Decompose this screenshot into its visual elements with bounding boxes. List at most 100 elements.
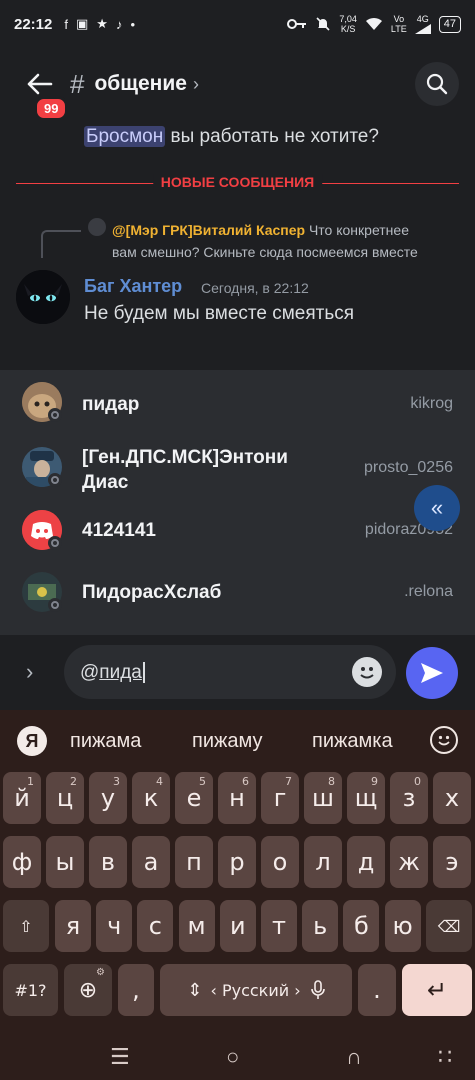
language-key[interactable]: ⊕ ⚙	[64, 964, 112, 1016]
word-suggestion[interactable]: пижамка	[312, 730, 393, 753]
chat-area: Бросмон вы работать не хотите? НОВЫЕ СОО…	[0, 120, 475, 370]
key-г[interactable]: г7	[261, 772, 299, 824]
notification-icons: f ▣ ★ ♪ •	[64, 16, 135, 32]
key-о[interactable]: о	[261, 836, 299, 888]
key-ы[interactable]: ы	[46, 836, 84, 888]
key-label: ы	[55, 848, 75, 876]
previous-message-text: Бросмон вы работать не хотите?	[84, 126, 379, 148]
key-м[interactable]: м	[178, 900, 215, 952]
mute-icon	[316, 17, 330, 31]
message-input-text: @пида	[80, 662, 145, 684]
key-щ[interactable]: щ9	[347, 772, 385, 824]
back-button[interactable]: 99	[16, 60, 69, 121]
search-button[interactable]	[415, 62, 459, 106]
tiktok-icon: ♪	[115, 16, 123, 32]
suggestion-name: [Ген.ДПС.МСК]Энтони Диас	[82, 447, 288, 493]
message-input[interactable]: @пида	[64, 645, 396, 699]
symbols-key[interactable]: #1?	[3, 964, 58, 1016]
avatar[interactable]	[16, 270, 70, 324]
key-label: и	[229, 912, 246, 940]
list-item[interactable]: [Ген.ДПС.МСК]Энтони Диас prosto_0256	[0, 436, 475, 508]
key-д[interactable]: д	[347, 836, 385, 888]
key-label: з	[402, 784, 416, 812]
recents-button[interactable]: ☰	[110, 1044, 130, 1070]
key-л[interactable]: л	[304, 836, 342, 888]
home-button[interactable]: ○	[226, 1044, 239, 1070]
key-а[interactable]: а	[132, 836, 170, 888]
user-mention[interactable]: Бросмон	[84, 126, 166, 147]
key-ф[interactable]: ф	[3, 836, 41, 888]
key-и[interactable]: и	[219, 900, 256, 952]
globe-icon: ⊕	[78, 977, 98, 1003]
unread-badge: 99	[34, 96, 69, 121]
key-label: э	[445, 848, 459, 876]
yandex-logo-icon[interactable]: Я	[17, 726, 47, 756]
cursor-control-icon: ⇕	[187, 979, 203, 1001]
key-label: х	[444, 784, 460, 812]
key-я[interactable]: я	[55, 900, 91, 952]
expand-actions-button[interactable]: ›	[26, 659, 33, 685]
key-у[interactable]: у3	[89, 772, 127, 824]
send-button[interactable]	[406, 647, 458, 699]
key-к[interactable]: к4	[132, 772, 170, 824]
key-ш[interactable]: ш8	[304, 772, 342, 824]
more-notifications-icon: •	[130, 16, 136, 32]
key-ю[interactable]: ю	[384, 900, 421, 952]
microphone-icon	[310, 980, 325, 999]
status-time: 22:12	[14, 15, 53, 33]
key-ч[interactable]: ч	[96, 900, 133, 952]
message-author[interactable]: Баг Хантер	[84, 276, 182, 297]
key-icon	[287, 19, 307, 29]
space-language-label: ‹ Русский ›	[210, 980, 301, 1000]
key-й[interactable]: й1	[3, 772, 41, 824]
emoji-button[interactable]	[352, 657, 382, 687]
back-nav-button[interactable]: ∩	[346, 1044, 362, 1070]
key-ж[interactable]: ж	[390, 836, 428, 888]
key-н[interactable]: н6	[218, 772, 256, 824]
word-suggestion[interactable]: пижама	[70, 730, 141, 753]
channel-name[interactable]: общение	[94, 72, 186, 96]
status-right: 7,04 K/S Vo LTE 4G 47	[287, 14, 461, 34]
backspace-key[interactable]: ⌫	[426, 900, 472, 952]
key-з[interactable]: з0	[390, 772, 428, 824]
key-р[interactable]: р	[218, 836, 256, 888]
key-ц[interactable]: ц2	[46, 772, 84, 824]
chevron-right-icon[interactable]: ›	[193, 74, 199, 95]
key-ь[interactable]: ь	[302, 900, 339, 952]
volte-indicator: Vo LTE	[391, 14, 407, 34]
key-т[interactable]: т	[261, 900, 297, 952]
shift-icon: ⇧	[19, 916, 33, 936]
list-item[interactable]: пидар kikrog	[0, 372, 475, 436]
list-item[interactable]: ПидорасХслаб .relona	[0, 566, 475, 630]
key-number-hint: 8	[328, 775, 335, 788]
speed-unit: K/S	[340, 24, 356, 34]
key-с[interactable]: с	[137, 900, 174, 952]
key-label: р	[229, 848, 245, 876]
key-number-hint: 4	[156, 775, 163, 788]
keyboard-emoji-button[interactable]	[430, 726, 458, 754]
list-item[interactable]: 4124141 pidoraz0952	[0, 508, 475, 572]
enter-key[interactable]: ↵	[402, 964, 472, 1016]
key-number-hint: 0	[414, 775, 421, 788]
on-screen-keyboard: Я пижама пижаму пижамка й1ц2у3к4е5н6г7ш8…	[0, 710, 475, 1036]
key-number-hint: 3	[113, 775, 120, 788]
space-key[interactable]: ⇕ ‹ Русский ›	[160, 964, 352, 1016]
key-б[interactable]: б	[343, 900, 380, 952]
keyboard-toggle-button[interactable]: ∷	[438, 1044, 452, 1070]
shift-key[interactable]: ⇧	[3, 900, 49, 952]
comma-key[interactable]: ,	[118, 964, 154, 1016]
smiley-icon	[438, 735, 450, 746]
jump-to-present-button[interactable]: «	[414, 485, 460, 531]
signal-indicator: 4G	[414, 14, 431, 34]
key-п[interactable]: п	[175, 836, 213, 888]
reply-preview[interactable]: @[Мэр ГРК]Виталий Каспер Что конкретнее …	[112, 219, 432, 263]
word-suggestion[interactable]: пижаму	[192, 730, 262, 753]
key-label: т	[272, 912, 286, 940]
key-э[interactable]: э	[433, 836, 471, 888]
key-е[interactable]: е5	[175, 772, 213, 824]
key-х[interactable]: х	[433, 772, 471, 824]
suggestion-name: ПидорасХслаб	[82, 582, 222, 603]
message-text: Не будем мы вместе смеяться	[84, 303, 355, 324]
period-key[interactable]: .	[358, 964, 396, 1016]
key-в[interactable]: в	[89, 836, 127, 888]
